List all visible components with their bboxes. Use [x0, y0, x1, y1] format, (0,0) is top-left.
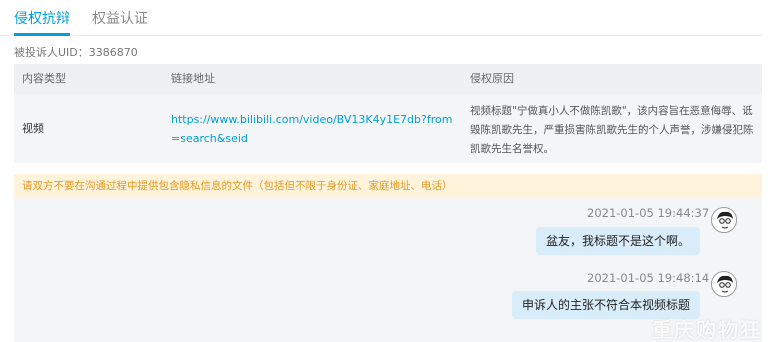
tab-infringement-defense[interactable]: 侵权抗辩: [14, 11, 70, 27]
user-avatar-icon: [711, 207, 737, 233]
message-bubble: 申诉人的主张不符合本视频标题: [511, 291, 700, 319]
user-avatar-icon: [711, 271, 737, 297]
message-time: 2021-01-05 19:48:14: [587, 271, 710, 285]
chat-panel: 2021-01-05 19:44:37 盆友，我标题不是这个啊。 2021-01…: [14, 198, 762, 342]
respondent-uid: 被投诉人UID：3386870: [14, 46, 138, 60]
uid-label: 被投诉人UID：: [14, 46, 89, 59]
message-bubble: 盆友，我标题不是这个啊。: [535, 227, 700, 255]
header-link: 链接地址: [171, 72, 215, 85]
uid-value: 3386870: [88, 46, 138, 59]
privacy-notice: 请双方不要在沟通过程中提供包含隐私信息的文件（包括但不限于身份证、家庭地址、电话…: [14, 174, 762, 198]
cell-reason: 视频标题"宁做真小人不做陈凯歌"，该内容旨在恶意侮辱、诋毁陈凯歌先生，严重损害陈…: [470, 105, 754, 155]
cell-content-type: 视频: [22, 122, 44, 135]
header-content-type: 内容类型: [22, 72, 66, 85]
active-tab-indicator: [14, 33, 70, 36]
tab-bar: 侵权抗辩 权益认证: [0, 0, 762, 36]
cell-link[interactable]: https://www.bilibili.com/video/BV13K4y1E…: [171, 110, 461, 148]
tab-rights-certification[interactable]: 权益认证: [92, 11, 148, 27]
table-header-row: [14, 64, 762, 94]
header-reason: 侵权原因: [470, 72, 514, 85]
message-time: 2021-01-05 19:44:37: [587, 206, 710, 220]
complaint-table: 内容类型 链接地址 侵权原因 视频 https://www.bilibili.c…: [14, 64, 762, 163]
watermark: 重庆购物狂: [652, 318, 762, 342]
